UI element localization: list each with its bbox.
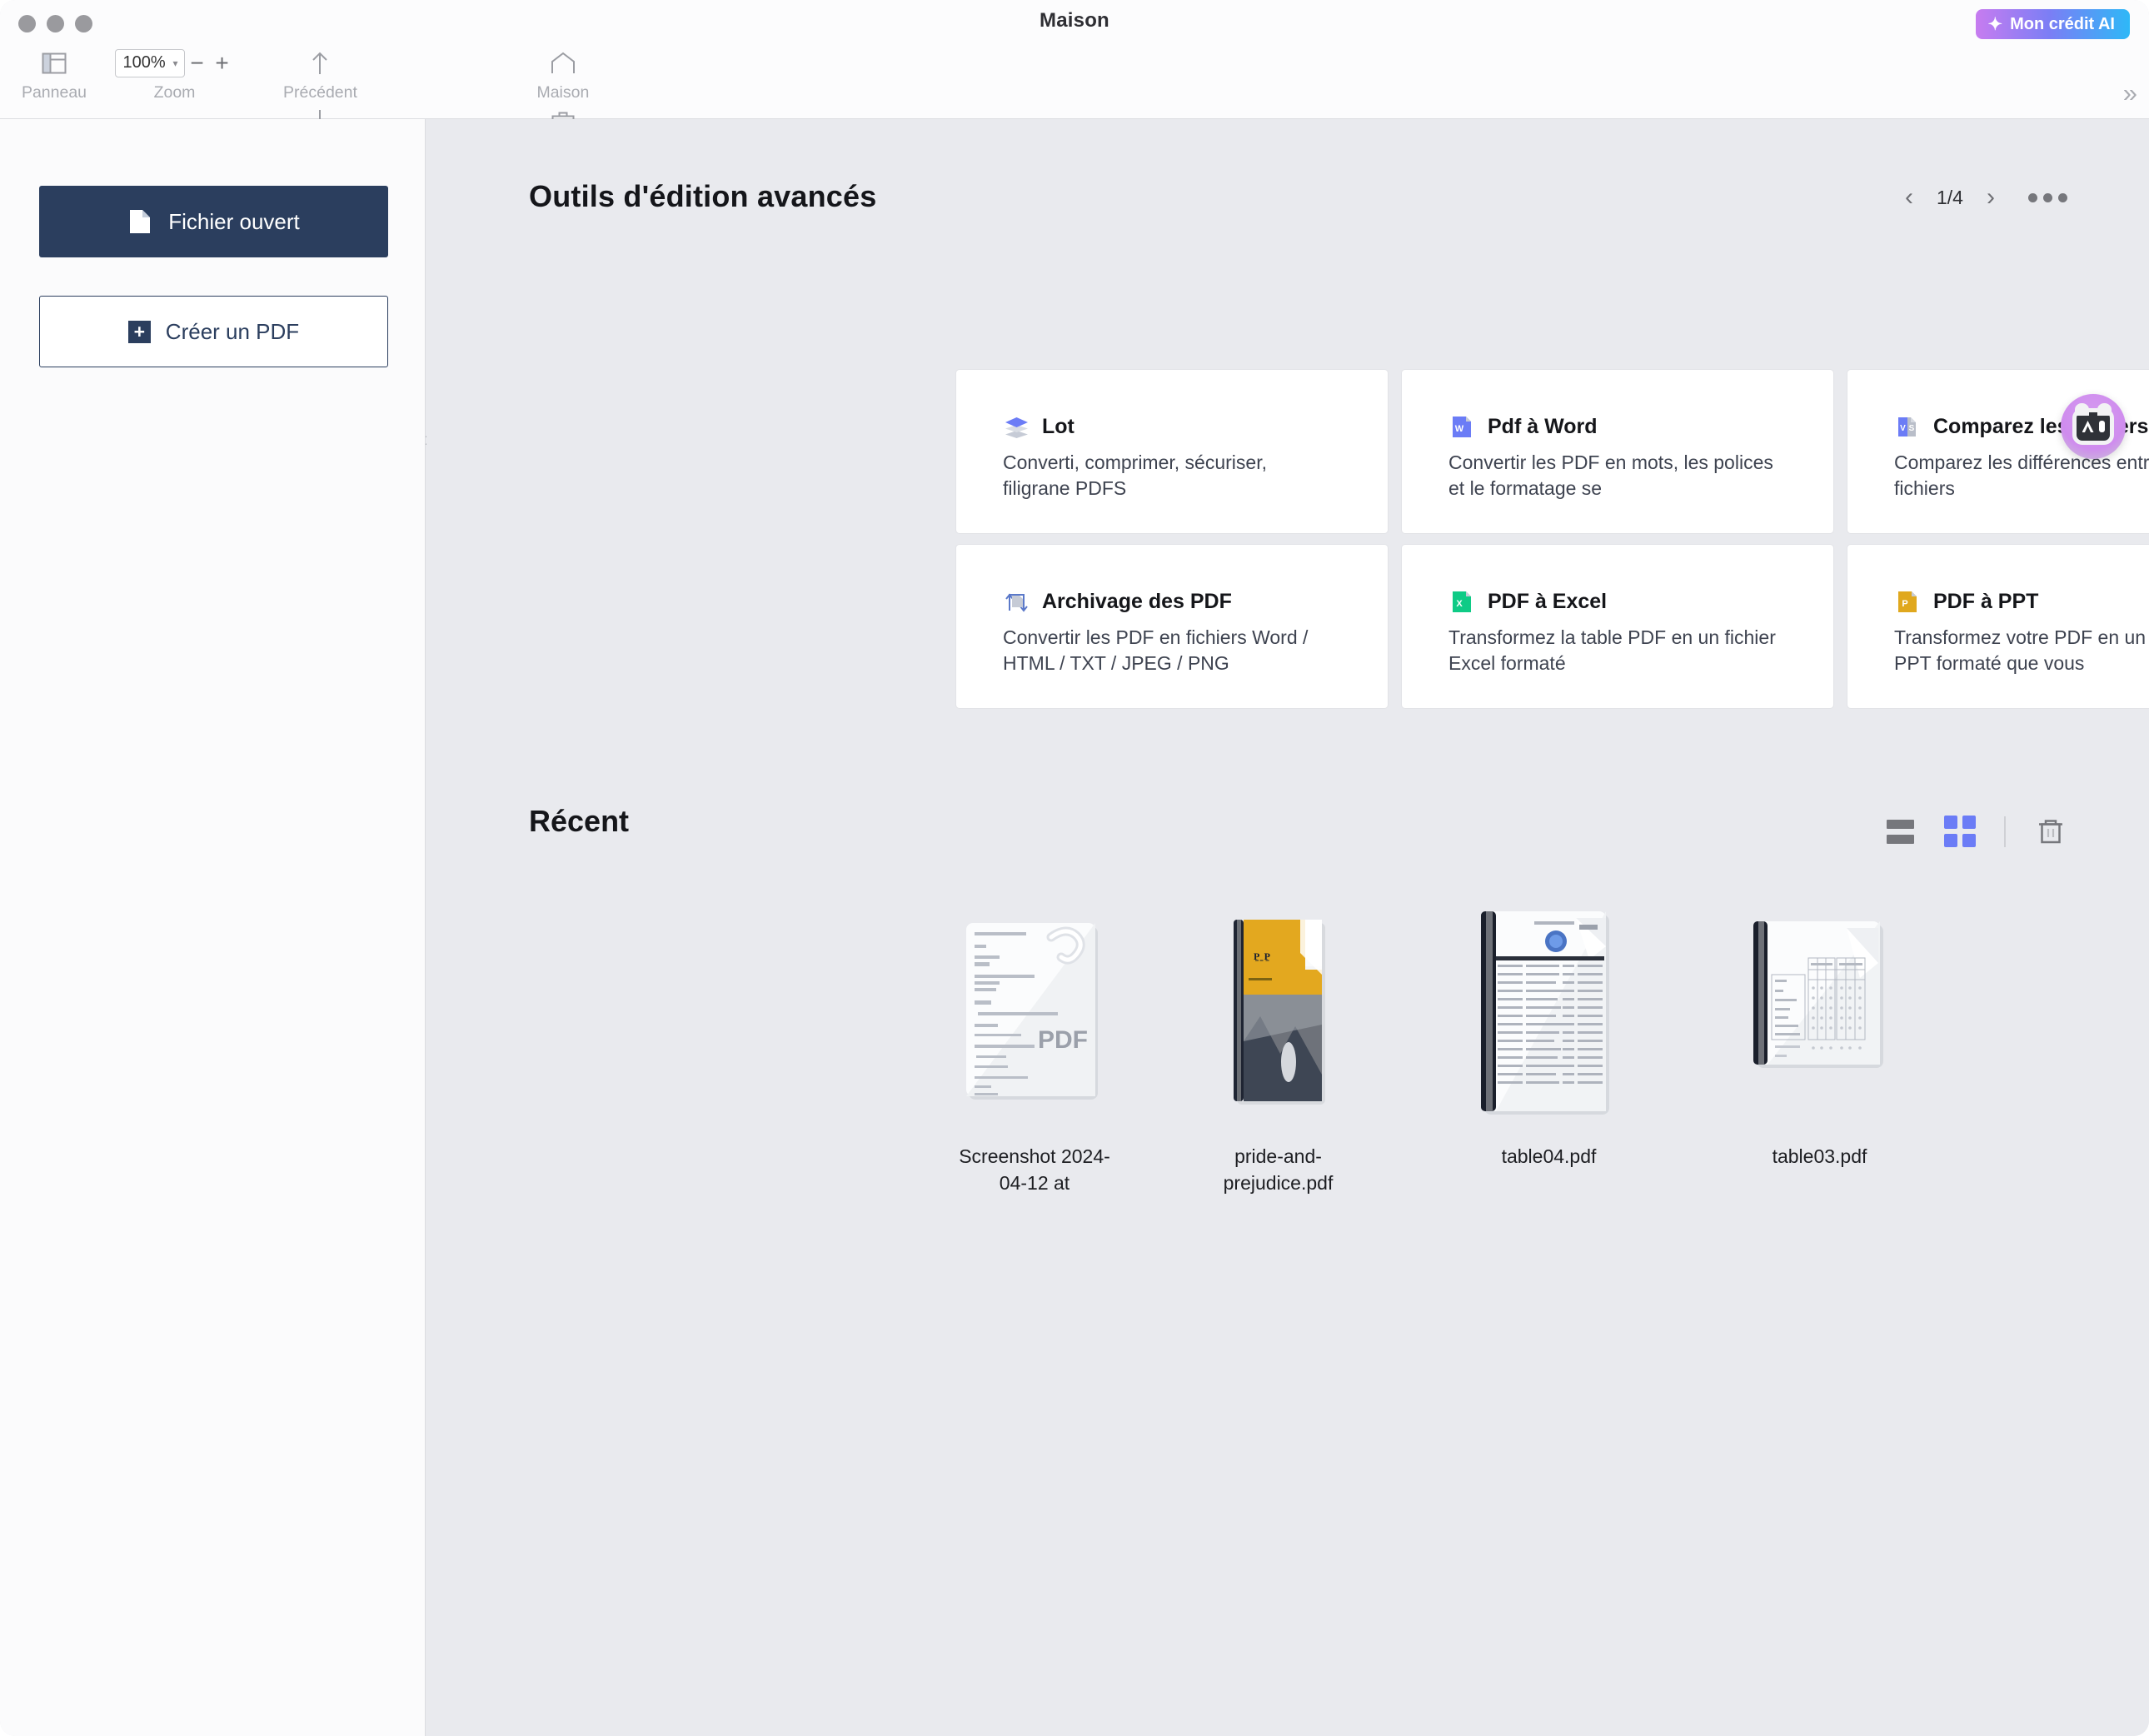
toolbar-label-precedent: Précédent [283, 83, 357, 102]
open-file-label: Fichier ouvert [168, 208, 300, 234]
ai-credit-button[interactable]: ✦ Mon crédit AI [1976, 9, 2130, 39]
recent-file-name: Screenshot 2024-04-12 at [959, 1145, 1110, 1194]
more-options-icon[interactable] [2028, 192, 2067, 202]
archive-pdf-icon [1003, 588, 1030, 616]
ai-bear-avatar-icon [2072, 403, 2114, 445]
create-pdf-label: Créer un PDF [165, 318, 300, 344]
svg-text:P̱̱̱̱̱̱̱̱ ̱̱̱ P̱̱̱̱̱̱̱̱: P̱̱̱̱̱̱̱̱ ̱̱̱ P̱̱̱̱̱̱̱̱ [1254, 950, 1270, 962]
toolbar-group-panel: Panneau [21, 37, 87, 102]
trash-icon[interactable] [2034, 815, 2067, 848]
tool-card-archive-pdf[interactable]: Archivage des PDF Convertir les PDF en f… [955, 544, 1389, 709]
arrow-up-icon [307, 43, 333, 82]
toolbar-label-maison: Maison [536, 83, 590, 102]
divider [2004, 816, 2006, 847]
ai-assistant-button[interactable] [2061, 394, 2126, 459]
chevron-down-icon: ▾ [172, 57, 178, 69]
recent-file-item[interactable]: PDF Screenshot 2024-04-12 at [926, 902, 1143, 1196]
pager-next-button[interactable]: › [1973, 185, 2008, 210]
toolbar-button-precedent[interactable]: Précédent [283, 43, 357, 102]
svg-text:V: V [1900, 424, 1906, 433]
svg-text:PDF: PDF [1038, 1026, 1088, 1054]
tool-card-title: Lot [1042, 415, 1074, 438]
main-content: Outils d'édition avancés ‹ 1/4 › Lot Con… [426, 119, 2149, 1736]
tools-pager: ‹ 1/4 › [1892, 185, 2067, 210]
window-title: Maison [1040, 9, 1109, 32]
sidebar: Fichier ouvert + Créer un PDF [0, 119, 426, 1736]
tool-card-desc: Convertir les PDF en fichiers Word / HTM… [1003, 626, 1309, 674]
advanced-tools-header: Outils d'édition avancés [529, 179, 2066, 221]
tool-card-desc: Comparez les différences entre deux fich… [1894, 451, 2149, 499]
list-view-icon[interactable] [1882, 819, 1917, 844]
tool-card-title: Pdf à Word [1488, 415, 1598, 438]
title-bar: Maison ✦ Mon crédit AI Panneau 100% ▾ − … [0, 0, 2149, 680]
toolbar-button-panneau[interactable]: Panneau [22, 43, 87, 102]
tool-card-desc: Converti, comprimer, sécuriser, filigran… [1003, 451, 1267, 499]
svg-text:S: S [1909, 424, 1915, 433]
recent-section-title: Récent [529, 804, 630, 838]
pdf-page-thumbnail: PDF [954, 902, 1116, 1123]
toolbar-label-zoom: Zoom [153, 83, 196, 102]
page-title: Outils d'édition avancés [529, 179, 877, 213]
recent-files-grid: PDF Screenshot 2024-04-12 at P̱̱̱̱̱̱̱̱ ̱ [926, 902, 1955, 1196]
recent-file-name: pride-and-prejudice.pdf [1223, 1145, 1334, 1194]
tool-card-pdf-to-excel[interactable]: X PDF à Excel Transformez la table PDF e… [1401, 544, 1834, 709]
svg-text:W: W [1455, 424, 1464, 434]
toolbar-button-maison[interactable]: Maison [523, 43, 603, 102]
tool-card-desc: Transformez la table PDF en un fichier E… [1448, 626, 1776, 674]
tool-card-desc: Transformez votre PDF en un fichier PPT … [1894, 626, 2149, 674]
toolbar-label-panneau: Panneau [21, 83, 87, 102]
svg-text:X: X [1456, 599, 1463, 609]
zoom-select[interactable]: 100% ▾ [114, 48, 185, 77]
recent-file-item[interactable]: P̱̱̱̱̱̱̱̱ ̱̱̱ P̱̱̱̱̱̱̱̱ pride-and-prejud… [1143, 902, 1414, 1196]
tool-card-title: Archivage des PDF [1042, 590, 1232, 613]
panel-icon [40, 43, 68, 82]
excel-file-icon: X [1448, 588, 1476, 616]
plus-square-icon: + [127, 320, 151, 343]
toolbar-group-zoom: 100% ▾ − + Zoom [97, 37, 252, 102]
main-toolbar: Panneau 100% ▾ − + Zoom Précédent Maison… [0, 37, 2149, 680]
zoom-controls: 100% ▾ − + [114, 43, 235, 82]
recent-file-name: table03.pdf [1772, 1145, 1867, 1167]
toolbar-overflow-button[interactable]: » [2123, 80, 2137, 106]
sparkle-icon: ✦ [1987, 14, 2003, 34]
pager-count: 1/4 [1937, 186, 1963, 208]
tool-card-title: PDF à Excel [1488, 590, 1608, 613]
compare-vs-icon: V S [1894, 413, 1922, 441]
ppt-file-icon: P [1894, 588, 1922, 616]
open-file-button[interactable]: Fichier ouvert [39, 186, 388, 257]
word-file-icon: W [1448, 413, 1476, 441]
create-pdf-button[interactable]: + Créer un PDF [39, 296, 388, 367]
tool-card-pdf-to-ppt[interactable]: P PDF à PPT Transformez votre PDF en un … [1847, 544, 2149, 709]
svg-text:P: P [1902, 599, 1907, 609]
home-icon [548, 43, 578, 82]
tool-card-lot[interactable]: Lot Converti, comprimer, sécuriser, fili… [955, 369, 1389, 534]
pager-prev-button[interactable]: ‹ [1892, 185, 1927, 210]
stack-layers-icon [1003, 413, 1030, 441]
grid-view-icon[interactable] [1944, 816, 1976, 847]
tool-card-pdf-to-word[interactable]: W Pdf à Word Convertir les PDF en mots, … [1401, 369, 1834, 534]
recent-file-item[interactable]: table03.pdf [1684, 902, 1955, 1196]
zoom-value: 100% [122, 53, 166, 72]
app-window: Maison ✦ Mon crédit AI Panneau 100% ▾ − … [0, 0, 2149, 1736]
tool-card-title: PDF à PPT [1933, 590, 2039, 613]
recent-view-controls [1882, 815, 2067, 848]
ai-credit-label: Mon crédit AI [2010, 14, 2115, 33]
zoom-out-button[interactable]: − [185, 51, 210, 75]
recent-file-item[interactable]: table04.pdf [1414, 902, 1684, 1196]
table-document-thumbnail [1738, 902, 1901, 1123]
recent-file-name: table04.pdf [1501, 1145, 1597, 1167]
document-icon [127, 207, 153, 236]
book-cover-thumbnail: P̱̱̱̱̱̱̱̱ ̱̱̱ P̱̱̱̱̱̱̱̱ [1197, 902, 1359, 1123]
zoom-in-button[interactable]: + [210, 51, 235, 75]
table-document-thumbnail [1468, 902, 1630, 1123]
tool-card-desc: Convertir les PDF en mots, les polices e… [1448, 451, 1773, 499]
